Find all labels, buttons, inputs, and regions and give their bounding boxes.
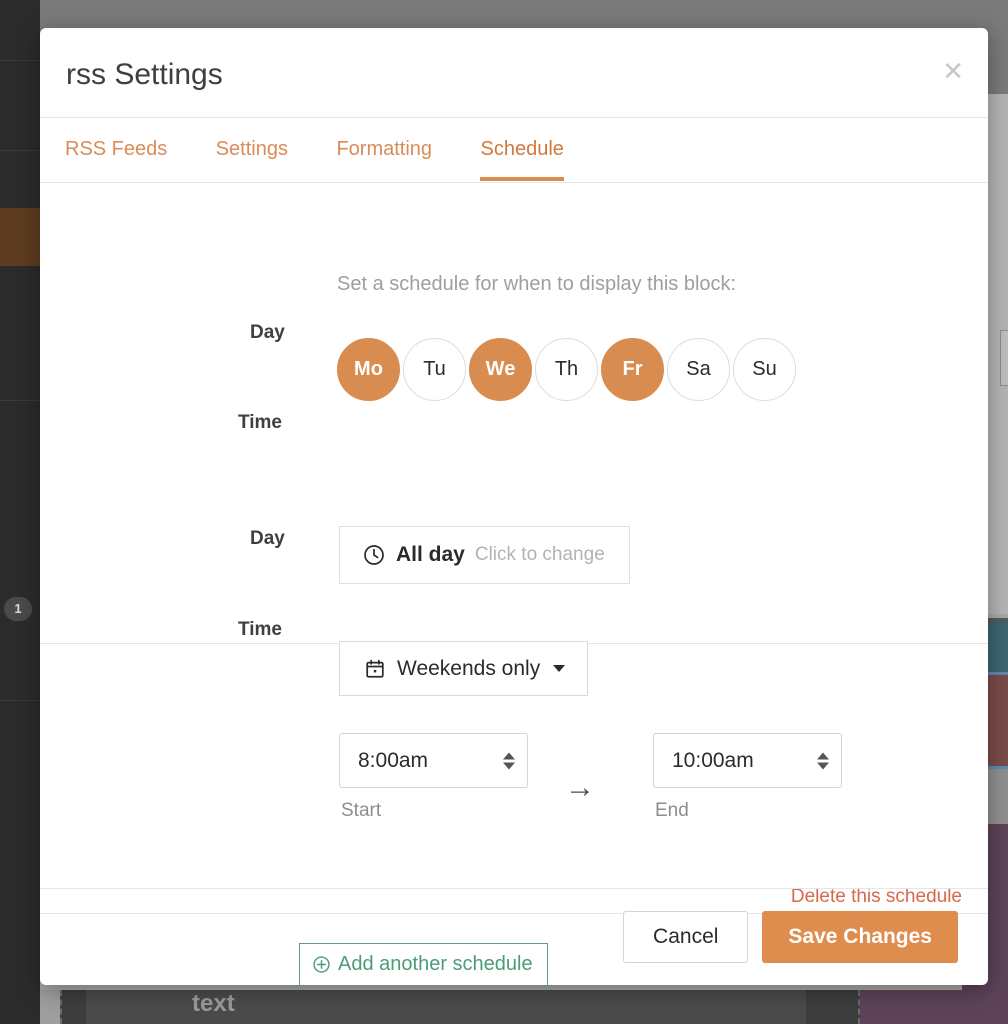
- end-time-value: 10:00am: [672, 748, 754, 772]
- chevron-up-icon[interactable]: [503, 752, 515, 759]
- background-light-strip: [40, 990, 60, 1024]
- start-time-value: 8:00am: [358, 748, 429, 772]
- tab-rss-feeds[interactable]: RSS Feeds: [65, 118, 167, 180]
- background-sidebar-active-item: [0, 208, 40, 266]
- tab-schedule[interactable]: Schedule: [480, 118, 565, 181]
- end-time-spinner-arrows[interactable]: [817, 752, 829, 769]
- calendar-icon: [364, 658, 386, 680]
- cancel-button[interactable]: Cancel: [623, 911, 749, 963]
- schedule-helper-text: Set a schedule for when to display this …: [337, 273, 737, 295]
- day-preset-dropdown[interactable]: Weekends only: [339, 641, 588, 696]
- all-day-time-button[interactable]: All day Click to change: [339, 526, 630, 584]
- chevron-down-icon: [553, 665, 566, 672]
- day-selector: Mo Tu We Th Fr Sa Su: [337, 338, 796, 401]
- start-time-spinner-arrows[interactable]: [503, 752, 515, 769]
- background-sidebar-divider: [0, 150, 40, 151]
- tab-settings[interactable]: Settings: [216, 118, 288, 180]
- modal-tabbar: RSS Feeds Settings Formatting Schedule: [40, 118, 988, 183]
- page-title: rss Settings: [66, 58, 223, 91]
- day-toggle-tu[interactable]: Tu: [403, 338, 466, 401]
- day-toggle-th[interactable]: Th: [535, 338, 598, 401]
- background-sidebar: [0, 0, 40, 1024]
- range-arrow-icon: →: [565, 771, 595, 804]
- day-toggle-su[interactable]: Su: [733, 338, 796, 401]
- start-time-caption: Start: [341, 800, 382, 821]
- background-text-label: text: [192, 990, 235, 1017]
- close-icon[interactable]: ✕: [942, 58, 964, 84]
- schedule-two-time-label: Time: [238, 619, 283, 640]
- day-preset-value: Weekends only: [397, 656, 541, 680]
- background-purple-block-bottom: [860, 990, 1008, 1024]
- day-toggle-sa[interactable]: Sa: [667, 338, 730, 401]
- end-time-stepper[interactable]: 10:00am: [653, 733, 842, 788]
- background-sidebar-divider: [0, 400, 40, 401]
- clock-icon: [362, 543, 386, 567]
- background-sidebar-divider: [0, 700, 40, 701]
- save-changes-button[interactable]: Save Changes: [762, 911, 958, 963]
- day-toggle-fr[interactable]: Fr: [601, 338, 664, 401]
- start-time-stepper[interactable]: 8:00am: [339, 733, 528, 788]
- day-toggle-we[interactable]: We: [469, 338, 532, 401]
- background-small-box: [1000, 330, 1008, 386]
- end-time-caption: End: [655, 800, 689, 821]
- chevron-up-icon[interactable]: [817, 752, 829, 759]
- schedule-one-time-label: Time: [238, 412, 283, 433]
- tab-formatting[interactable]: Formatting: [336, 118, 432, 180]
- schedule-one-day-label: Day: [250, 322, 285, 343]
- modal-footer: Cancel Save Changes: [40, 888, 988, 985]
- rss-settings-modal: rss Settings ✕ RSS Feeds Settings Format…: [40, 28, 988, 985]
- schedule-two-day-label: Day: [250, 528, 285, 549]
- chevron-down-icon[interactable]: [503, 762, 515, 769]
- all-day-hint: Click to change: [474, 544, 605, 565]
- all-day-value: All day: [396, 543, 465, 566]
- day-toggle-mo[interactable]: Mo: [337, 338, 400, 401]
- background-sidebar-badge: 1: [4, 597, 32, 621]
- background-sidebar-divider: [0, 60, 40, 61]
- chevron-down-icon[interactable]: [817, 762, 829, 769]
- modal-header: rss Settings ✕: [40, 28, 988, 118]
